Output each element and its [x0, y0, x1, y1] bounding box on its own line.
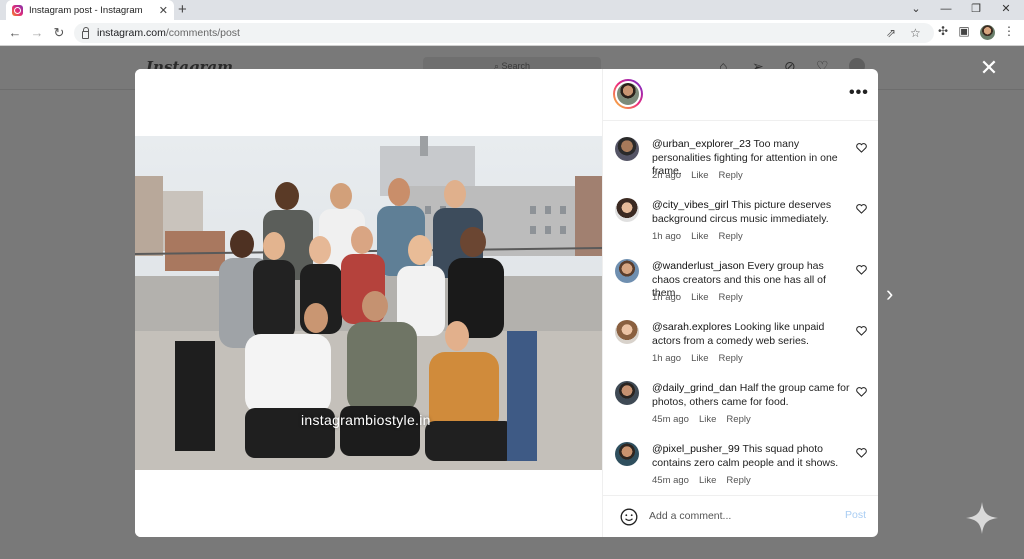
comment-text-block: @daily_grind_dan Half the group came for… — [652, 382, 852, 409]
comment-reply-button[interactable]: Reply — [719, 170, 743, 181]
comment-like-button[interactable]: Like — [699, 414, 716, 425]
url-text: instagram.com/comments/post — [97, 27, 240, 39]
comment-reply-button[interactable]: Reply — [719, 231, 743, 242]
new-tab-button[interactable]: + — [178, 1, 187, 19]
comment-meta: 1h ago Like Reply — [652, 231, 753, 242]
comment-item: @wanderlust_jason Every group has chaos … — [603, 243, 878, 303]
next-post-arrow-icon[interactable]: › — [886, 283, 902, 307]
comment-item: @daily_grind_dan Half the group came for… — [603, 365, 878, 425]
comment-time: 1h ago — [652, 231, 682, 242]
browser-tab[interactable]: Instagram post - Instagram ✕ — [6, 0, 174, 20]
panel-header: ••• — [603, 69, 878, 121]
comment-item: @pixel_pusher_99 This squad photo contai… — [603, 426, 878, 486]
comment-heart-icon[interactable] — [856, 265, 867, 275]
commenter-avatar[interactable] — [615, 198, 639, 222]
comment-meta: 1h ago Like Reply — [652, 292, 753, 303]
comment-item: @urban_explorer_23 Too many personalitie… — [603, 121, 878, 181]
comment-time: 2h ago — [652, 170, 682, 181]
browser-tab-strip: Instagram post - Instagram ✕ + ⌄ — ❐ ✕ — [0, 0, 1024, 20]
url-host: instagram.com — [97, 27, 166, 39]
comment-item: @city_vibes_girl This picture deserves b… — [603, 182, 878, 242]
comment-username[interactable]: @wanderlust_jason — [652, 260, 744, 272]
instagram-favicon-icon — [12, 4, 23, 16]
comment-text-block: @city_vibes_girl This picture deserves b… — [652, 199, 852, 226]
address-bar[interactable]: instagram.com/comments/post ⇗ ☆ — [74, 23, 934, 43]
emoji-smiley-icon[interactable] — [620, 508, 638, 526]
post-media: instagrambiostyle.in — [135, 69, 602, 537]
comment-username[interactable]: @city_vibes_girl — [652, 199, 729, 211]
post-comment-button[interactable]: Post — [845, 509, 866, 521]
comment-heart-icon[interactable] — [856, 204, 867, 214]
comment-like-button[interactable]: Like — [699, 475, 716, 486]
comment-like-button[interactable]: Like — [691, 231, 708, 242]
photo-watermark: instagrambiostyle.in — [301, 412, 431, 428]
window-close-icon[interactable]: ✕ — [992, 0, 1020, 20]
comment-list: @urban_explorer_23 Too many personalitie… — [603, 121, 878, 495]
forward-icon[interactable]: → — [28, 23, 46, 43]
commenter-avatar[interactable] — [615, 442, 639, 466]
reload-icon[interactable]: ↻ — [50, 23, 68, 43]
comment-username[interactable]: @pixel_pusher_99 — [652, 443, 740, 455]
comment-like-button[interactable]: Like — [691, 292, 708, 303]
comment-reply-button[interactable]: Reply — [719, 353, 743, 364]
bookmark-star-icon[interactable]: ☆ — [910, 26, 921, 40]
close-modal-icon[interactable]: ✕ — [978, 57, 1000, 80]
comment-reply-button[interactable]: Reply — [719, 292, 743, 303]
comment-time: 45m ago — [652, 475, 689, 486]
author-story-avatar[interactable] — [613, 79, 643, 109]
comment-heart-icon[interactable] — [856, 448, 867, 458]
lock-icon — [82, 26, 89, 39]
comment-username[interactable]: @urban_explorer_23 — [652, 138, 751, 150]
share-icon[interactable]: ⇗ — [886, 26, 896, 40]
comment-username[interactable]: @daily_grind_dan — [652, 382, 737, 394]
comment-reply-button[interactable]: Reply — [726, 414, 750, 425]
comment-meta: 1h ago Like Reply — [652, 353, 753, 364]
comment-like-button[interactable]: Like — [691, 170, 708, 181]
side-panel-icon[interactable]: ▣ — [956, 24, 972, 38]
tab-title: Instagram post - Instagram — [29, 4, 143, 16]
back-icon[interactable]: ← — [6, 23, 24, 43]
tab-search-icon[interactable]: ⌄ — [902, 0, 930, 20]
url-path: /comments/post — [165, 27, 240, 39]
browser-menu-icon[interactable]: ⋮ — [1001, 24, 1017, 38]
comment-time: 1h ago — [652, 353, 682, 364]
comment-meta: 2h ago Like Reply — [652, 170, 753, 181]
comment-heart-icon[interactable] — [856, 326, 867, 336]
comment-heart-icon[interactable] — [856, 143, 867, 153]
commenter-avatar[interactable] — [615, 259, 639, 283]
browser-toolbar: ← → ↻ instagram.com/comments/post ⇗ ☆ ✣ … — [0, 20, 1024, 46]
tab-close-icon[interactable]: ✕ — [159, 4, 168, 17]
extensions-puzzle-icon[interactable]: ✣ — [935, 24, 951, 38]
comment-item: @sarah.explores Looking like unpaid acto… — [603, 304, 878, 364]
comment-text-block: @pixel_pusher_99 This squad photo contai… — [652, 443, 852, 470]
add-comment-bar: Post — [603, 495, 878, 537]
commenter-avatar[interactable] — [615, 320, 639, 344]
commenter-avatar[interactable] — [615, 381, 639, 405]
comments-panel: ••• @urban_explorer_23 Too many personal… — [602, 69, 878, 537]
author-avatar-image — [615, 81, 641, 107]
minimize-icon[interactable]: — — [932, 0, 960, 20]
more-options-icon[interactable]: ••• — [849, 84, 869, 102]
comment-like-button[interactable]: Like — [691, 353, 708, 364]
sparkle-icon — [966, 502, 998, 534]
restore-icon[interactable]: ❐ — [962, 0, 990, 20]
comment-heart-icon[interactable] — [856, 387, 867, 397]
comment-text-block: @sarah.explores Looking like unpaid acto… — [652, 321, 852, 348]
post-modal: instagrambiostyle.in ••• @urban_explorer… — [135, 69, 878, 537]
comment-time: 45m ago — [652, 414, 689, 425]
comment-meta: 45m ago Like Reply — [652, 414, 761, 425]
post-photo[interactable]: instagrambiostyle.in — [135, 136, 602, 470]
profile-avatar[interactable] — [980, 25, 995, 40]
comment-reply-button[interactable]: Reply — [726, 475, 750, 486]
comment-time: 1h ago — [652, 292, 682, 303]
commenter-avatar[interactable] — [615, 137, 639, 161]
comment-username[interactable]: @sarah.explores — [652, 321, 732, 333]
comment-meta: 45m ago Like Reply — [652, 475, 761, 486]
add-comment-input[interactable] — [649, 506, 829, 526]
